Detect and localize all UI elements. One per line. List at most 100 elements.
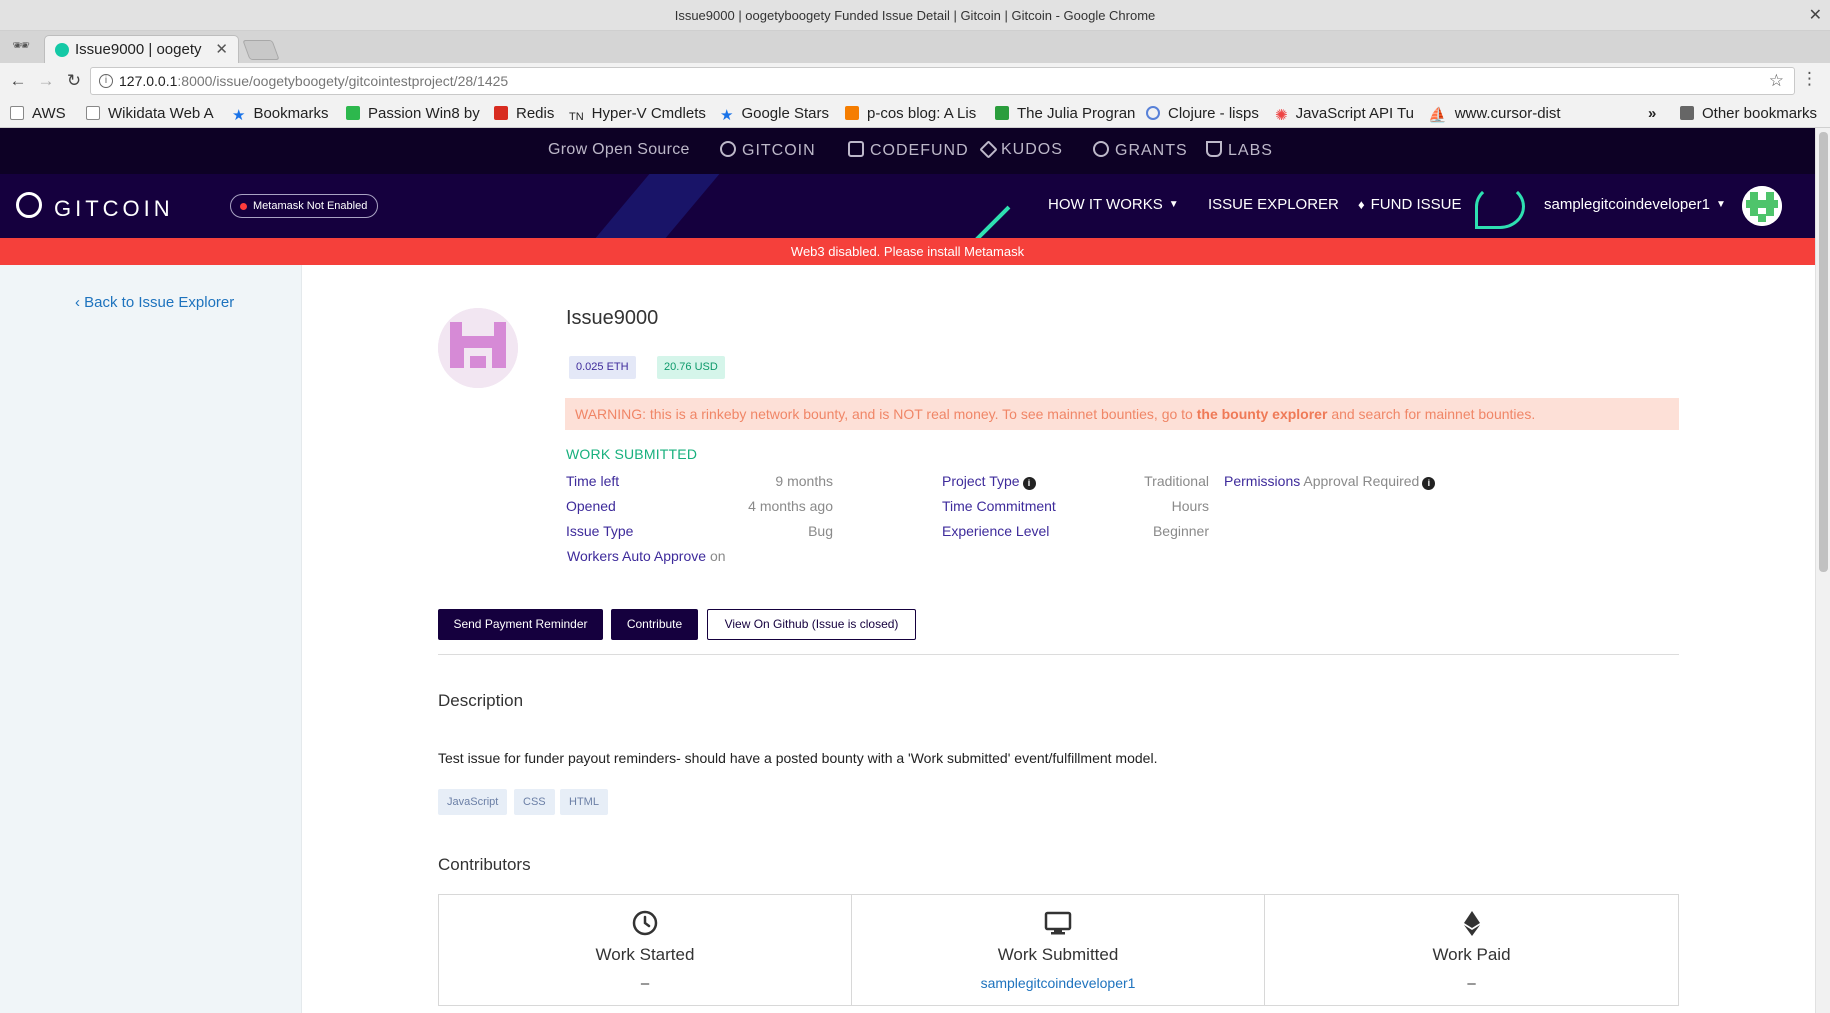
chrome-menu-icon[interactable]: ⋮: [1801, 69, 1818, 89]
url-text[interactable]: 127.0.0.1:8000/issue/oogetyboogety/gitco…: [119, 73, 508, 89]
work-submitted-user-link[interactable]: samplegitcoindeveloper1: [852, 975, 1264, 991]
topnav-labs[interactable]: LABS: [1206, 141, 1273, 160]
bookmark-label: Google Stars: [741, 105, 829, 122]
bookmark-star-icon[interactable]: ☆: [1769, 71, 1784, 91]
back-to-issue-explorer-link[interactable]: ‹ Back to Issue Explorer: [75, 294, 234, 311]
contribute-button[interactable]: Contribute: [611, 609, 698, 640]
workers-auto-approve: Workers Auto Approve on: [567, 548, 726, 564]
work-started-label: Work Started: [595, 945, 695, 964]
fund-issue-link[interactable]: ♦ FUND ISSUE: [1358, 196, 1461, 213]
bookmark-item[interactable]: The Julia Progran: [995, 103, 1135, 125]
grants-icon: [1093, 141, 1109, 157]
opened-label: Opened: [566, 498, 616, 514]
topnav-gitcoin[interactable]: GITCOIN: [720, 141, 816, 160]
topnav-kudos[interactable]: KUDOS: [979, 140, 1063, 159]
how-it-works-label: HOW IT WORKS: [1048, 196, 1163, 213]
labs-flask-icon: [1206, 141, 1222, 157]
info-icon[interactable]: i: [1422, 477, 1436, 490]
contributors-panel: Work Started – Work Submitted samplegitc…: [438, 894, 1679, 1006]
time-commitment-value: Hours: [1171, 498, 1209, 514]
work-started-column: Work Started –: [439, 895, 852, 1005]
username-label: samplegitcoindeveloper1: [1544, 196, 1710, 213]
blogger-icon: [845, 106, 859, 120]
bookmark-item[interactable]: Wikidata Web A: [86, 103, 214, 125]
user-avatar[interactable]: [1742, 186, 1782, 226]
topnav-label: GITCOIN: [742, 142, 816, 159]
status-dot-icon: [240, 203, 247, 210]
project-type-label: Project Type: [942, 473, 1020, 489]
skill-tag[interactable]: CSS: [514, 789, 555, 815]
permissions-label: Permissions: [1224, 473, 1301, 489]
user-dropdown[interactable]: samplegitcoindeveloper1 ▼: [1544, 196, 1726, 213]
topnav-codefund[interactable]: CODEFUND: [848, 141, 969, 160]
bookmarks-bar: AWS Wikidata Web A ★ Bookmarks Passion Wi…: [0, 99, 1830, 128]
tab-close-icon[interactable]: ✕: [215, 40, 228, 58]
gear-icon: ✺: [1275, 107, 1288, 124]
bookmark-item[interactable]: Clojure - lisps: [1146, 103, 1259, 125]
bookmark-item[interactable]: Redis: [494, 103, 554, 125]
info-icon[interactable]: i: [99, 74, 113, 88]
bookmark-label: p-cos blog: A Lis: [867, 105, 977, 122]
url-host: 127.0.0.1: [119, 73, 178, 89]
bookmark-label: The Julia Progran: [1017, 105, 1136, 122]
page-scrollbar[interactable]: [1815, 128, 1830, 1013]
usd-amount-badge: 20.76 USD: [657, 356, 725, 379]
permissions-value: Approval Required: [1303, 473, 1420, 489]
tab-title: Issue9000 | oogety: [75, 41, 202, 58]
workers-auto-approve-value: on: [709, 548, 726, 564]
folder-icon: [1680, 106, 1694, 120]
metamask-status-badge[interactable]: Metamask Not Enabled: [230, 194, 379, 218]
skill-tag[interactable]: JavaScript: [438, 789, 508, 815]
new-tab-button[interactable]: [242, 40, 280, 60]
send-payment-reminder-button[interactable]: Send Payment Reminder: [438, 609, 603, 640]
codefund-icon: [848, 141, 864, 157]
work-started-value: –: [640, 975, 650, 992]
chevron-left-icon: ‹: [75, 294, 85, 311]
topnav-tagline[interactable]: Grow Open Source: [548, 141, 690, 159]
back-arrow-icon[interactable]: ←: [6, 69, 30, 93]
bookmarks-overflow-button[interactable]: »: [1648, 103, 1656, 125]
sail-icon: ⛵: [1428, 107, 1447, 124]
scrollbar-thumb[interactable]: [1819, 132, 1828, 572]
bookmark-item[interactable]: ✺ JavaScript API Tu: [1275, 103, 1414, 125]
warning-prefix: WARNING: this is a rinkeby network bount…: [575, 406, 1193, 422]
bookmark-item[interactable]: Passion Win8 by: [346, 103, 480, 125]
bookmark-item[interactable]: p-cos blog: A Lis: [845, 103, 976, 125]
bookmark-label: JavaScript API Tu: [1295, 105, 1414, 122]
topnav-grants[interactable]: GRANTS: [1093, 141, 1188, 160]
time-commitment-label: Time Commitment: [942, 498, 1056, 514]
metamask-status-label: Metamask Not Enabled: [253, 200, 368, 212]
experience-level-value: Beginner: [1152, 523, 1209, 539]
star-icon: ★: [232, 107, 246, 124]
fund-issue-label: FUND ISSUE: [1370, 196, 1462, 213]
kudos-icon: [979, 140, 998, 159]
reload-icon[interactable]: ↻: [62, 69, 86, 93]
bookmark-item[interactable]: ⛵ www.cursor-dist: [1428, 103, 1561, 125]
project-type-value: Traditional: [1144, 473, 1209, 489]
star-icon: ★: [720, 107, 734, 124]
bookmark-item[interactable]: ★ Bookmarks: [232, 103, 328, 125]
left-sidebar: ‹ Back to Issue Explorer: [0, 265, 302, 1013]
issue-explorer-link[interactable]: ISSUE EXPLORER: [1208, 196, 1339, 213]
warning-suffix: and search for mainnet bounties.: [1331, 406, 1536, 422]
identicon-icon: [1742, 186, 1782, 226]
window-close-icon[interactable]: ✕: [1809, 5, 1822, 25]
issue-org-avatar: [438, 308, 518, 388]
bounty-explorer-link[interactable]: the bounty explorer: [1197, 406, 1328, 422]
address-bar[interactable]: i 127.0.0.1:8000/issue/oogetyboogety/git…: [90, 67, 1795, 95]
skill-tag[interactable]: HTML: [560, 789, 608, 815]
bookmark-label: Passion Win8 by: [368, 105, 480, 122]
bookmark-item[interactable]: TN Hyper-V Cmdlets: [569, 103, 706, 125]
view-on-github-button[interactable]: View On Github (Issue is closed): [707, 609, 916, 640]
forward-arrow-icon[interactable]: →: [34, 69, 58, 93]
workers-auto-approve-label: Workers Auto Approve: [567, 548, 707, 564]
how-it-works-dropdown[interactable]: HOW IT WORKS ▼: [1048, 196, 1179, 213]
issue-status: WORK SUBMITTED: [566, 446, 698, 462]
bookmark-item[interactable]: ★ Google Stars: [720, 103, 829, 125]
tab-active[interactable]: Issue9000 | oogety ✕: [44, 35, 239, 63]
ethereum-icon: ♦: [1358, 197, 1365, 212]
bookmark-item[interactable]: AWS: [10, 103, 66, 125]
incognito-icon: 🕶: [12, 37, 30, 53]
info-icon[interactable]: i: [1022, 477, 1036, 490]
other-bookmarks[interactable]: Other bookmarks: [1680, 103, 1817, 125]
